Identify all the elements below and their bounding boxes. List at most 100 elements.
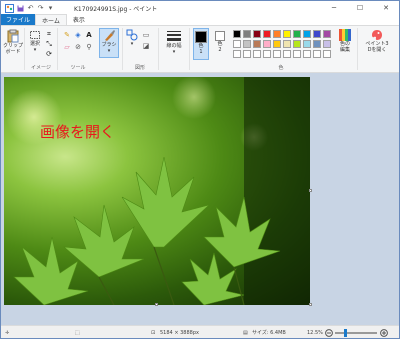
tab-view[interactable]: 表示 xyxy=(67,14,91,25)
color1-button[interactable]: 色 1 xyxy=(193,28,209,60)
palette-swatch-empty[interactable] xyxy=(283,50,291,58)
paste-button[interactable]: クリップ ボード xyxy=(3,29,23,55)
window-title: K170924991S.jpg - ペイント xyxy=(74,5,158,13)
palette-swatch-empty[interactable] xyxy=(293,50,301,58)
palette-swatch-empty[interactable] xyxy=(323,50,331,58)
palette-swatch[interactable] xyxy=(273,30,281,38)
palette-swatch[interactable] xyxy=(253,40,261,48)
line-width-button[interactable]: 線の幅 ▾ xyxy=(163,29,185,55)
palette-swatch[interactable] xyxy=(323,40,331,48)
palette-swatch[interactable] xyxy=(303,40,311,48)
separator xyxy=(158,28,159,70)
fill-icon[interactable]: ◈ xyxy=(74,31,82,39)
maximize-button[interactable]: ☐ xyxy=(347,1,373,15)
color1-label: 色 1 xyxy=(198,43,204,55)
palette-swatch-empty[interactable] xyxy=(233,50,241,58)
palette-swatch[interactable] xyxy=(283,40,291,48)
image-dimensions-icon: ⊡ xyxy=(151,329,156,336)
separator xyxy=(122,28,123,70)
close-button[interactable]: ✕ xyxy=(373,1,399,15)
pencil-icon[interactable]: ✎ xyxy=(63,31,71,39)
palette-swatch-empty[interactable] xyxy=(253,50,261,58)
tab-file[interactable]: ファイル xyxy=(1,14,36,25)
color2-swatch xyxy=(215,31,225,41)
zoom-slider[interactable] xyxy=(335,326,377,339)
text-icon[interactable]: A xyxy=(85,31,93,39)
palette-swatch[interactable] xyxy=(243,30,251,38)
palette-swatch[interactable] xyxy=(293,40,301,48)
palette-swatch[interactable] xyxy=(293,30,301,38)
select-button[interactable]: 選択 ▾ xyxy=(27,29,43,53)
line-width-icon xyxy=(167,31,181,41)
palette-swatch-empty[interactable] xyxy=(263,50,271,58)
redo-icon[interactable]: ↷ xyxy=(36,4,45,13)
ribbon: クリップ ボード 選択 ▾ ⌗ ⤡ ⟳ イメージ ✎ ◈ A ▱ ⊘ ⚲ ツール… xyxy=(1,26,399,73)
brushes-dropdown-icon: ▾ xyxy=(107,48,111,54)
palette-swatch-empty[interactable] xyxy=(303,50,311,58)
resize-handle-right[interactable] xyxy=(309,189,312,192)
paint-app-icon[interactable] xyxy=(4,3,14,13)
palette-swatch[interactable] xyxy=(313,40,321,48)
open-paint3d-button[interactable]: ペイント3 Dを開く xyxy=(360,29,394,53)
resize-icon[interactable]: ⤡ xyxy=(45,40,53,48)
color2-button[interactable]: 色 2 xyxy=(212,28,228,53)
fill-shape-icon[interactable]: ◪ xyxy=(142,42,150,50)
palette-swatch[interactable] xyxy=(233,30,241,38)
line-width-dropdown-icon: ▾ xyxy=(172,49,176,55)
file-size: サイズ: 6.4MB xyxy=(252,330,286,336)
edit-colors-button[interactable]: 色の 編集 xyxy=(335,29,355,53)
zoom-slider-thumb[interactable] xyxy=(343,328,347,337)
palette-swatch[interactable] xyxy=(273,40,281,48)
palette-swatch-empty[interactable] xyxy=(273,50,281,58)
palette-swatch[interactable] xyxy=(233,40,241,48)
overlay-text: 画像を開く xyxy=(40,123,116,141)
paint3d-label: ペイント3 Dを開く xyxy=(365,41,389,53)
undo-icon[interactable]: ↶ xyxy=(26,4,35,13)
palette-swatch[interactable] xyxy=(243,40,251,48)
magnifier-icon[interactable]: ⚲ xyxy=(85,43,93,51)
brushes-button[interactable]: ブラシ ▾ xyxy=(99,28,119,58)
select-rect-icon xyxy=(30,31,40,39)
zoom-out-button[interactable] xyxy=(325,326,333,339)
rotate-icon[interactable]: ⟳ xyxy=(45,50,53,58)
palette-swatch[interactable] xyxy=(283,30,291,38)
quick-access-dropdown-icon[interactable]: ▾ xyxy=(46,4,55,13)
save-icon[interactable] xyxy=(16,4,25,13)
palette-swatch[interactable] xyxy=(303,30,311,38)
shapes-button[interactable]: ▾ xyxy=(125,29,139,47)
cursor-position-icon: ✛ xyxy=(5,329,10,336)
opened-image[interactable]: 画像を開く xyxy=(4,77,310,305)
colors-group-label: 色 xyxy=(278,65,284,71)
palette-swatch[interactable] xyxy=(313,30,321,38)
tab-home[interactable]: ホーム xyxy=(35,14,67,25)
separator xyxy=(57,28,58,70)
minimize-button[interactable]: ─ xyxy=(321,1,347,15)
palette-swatch[interactable] xyxy=(263,40,271,48)
canvas-area[interactable]: 画像を開く xyxy=(1,73,399,325)
edit-colors-icon xyxy=(339,29,351,41)
palette-swatch[interactable] xyxy=(263,30,271,38)
eraser-icon[interactable]: ▱ xyxy=(63,43,71,51)
palette-swatch-empty[interactable] xyxy=(243,50,251,58)
resize-handle-corner[interactable] xyxy=(309,303,312,306)
palette-swatch-empty[interactable] xyxy=(313,50,321,58)
resize-handle-bottom[interactable] xyxy=(155,303,158,306)
shapes-icon xyxy=(126,29,138,41)
image-dimensions: 5184 × 3888px xyxy=(160,329,199,336)
palette-swatch[interactable] xyxy=(253,30,261,38)
file-size-icon: ▤ xyxy=(243,329,248,336)
palette-swatch[interactable] xyxy=(323,30,331,38)
paint3d-icon xyxy=(372,30,382,40)
image-group-label: イメージ xyxy=(31,65,51,71)
title-bar: ↶ ↷ ▾ K170924991S.jpg - ペイント ─ ☐ ✕ xyxy=(1,1,399,15)
clipboard-icon xyxy=(7,29,19,43)
tools-group-label: ツール xyxy=(70,65,86,71)
outline-icon[interactable]: ▭ xyxy=(142,31,150,39)
separator xyxy=(357,28,358,70)
color1-swatch xyxy=(195,31,207,43)
color-picker-icon[interactable]: ⊘ xyxy=(74,43,82,51)
select-dropdown-icon[interactable]: ▾ xyxy=(34,47,37,53)
selection-size-icon: ⬚ xyxy=(75,329,80,336)
zoom-in-button[interactable] xyxy=(380,326,388,339)
crop-icon[interactable]: ⌗ xyxy=(45,30,53,38)
